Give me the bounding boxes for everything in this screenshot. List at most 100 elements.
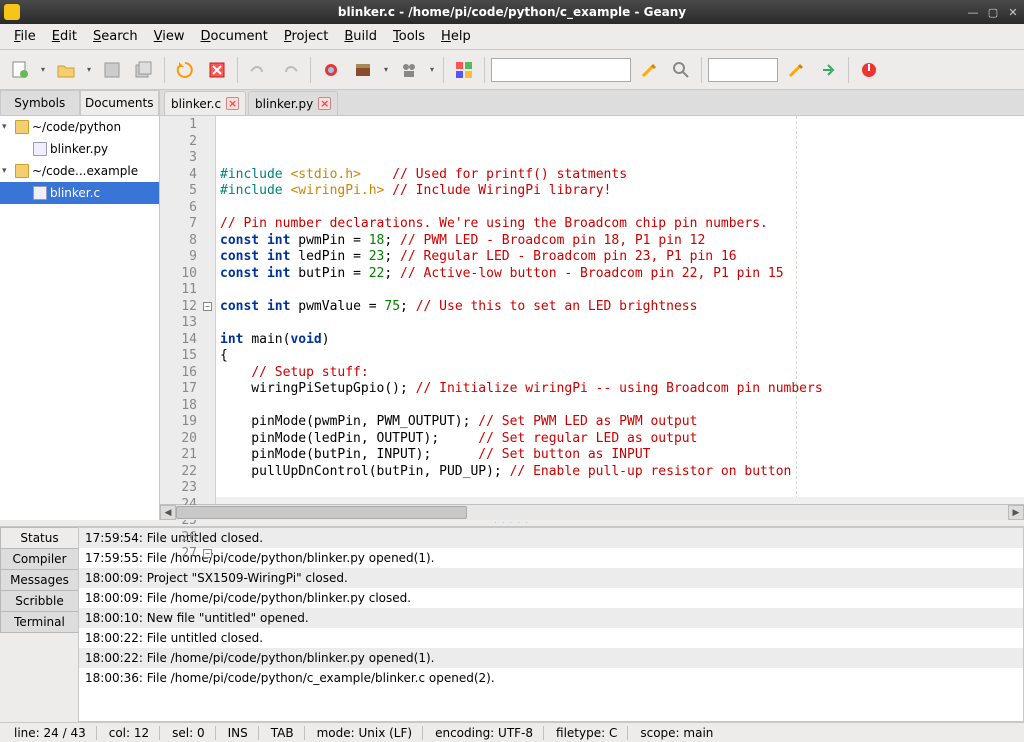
messages-list[interactable]: 17:59:54: File untitled closed.17:59:55:…	[78, 527, 1024, 722]
menu-document[interactable]: Document	[193, 27, 276, 46]
code-line[interactable]: const int ledPin = 23; // Regular LED - …	[220, 249, 1024, 266]
scroll-right-icon[interactable]: ▶	[1008, 505, 1024, 520]
msg-tab-compiler[interactable]: Compiler	[0, 548, 78, 570]
toolbar: ▾ ▾ ▾ ▾	[0, 50, 1024, 90]
file-icon	[33, 142, 47, 156]
reload-button[interactable]	[171, 56, 199, 84]
message-row[interactable]: 18:00:22: File /home/pi/code/python/blin…	[79, 648, 1023, 668]
close-file-button[interactable]	[203, 56, 231, 84]
minimize-button[interactable]: —	[966, 5, 980, 19]
fold-icon[interactable]: −	[203, 302, 212, 311]
status-col: col: 12	[99, 726, 160, 740]
folder-icon	[15, 120, 29, 134]
goto-line-field[interactable]	[708, 58, 778, 82]
tree-folder[interactable]: ▾~/code...example	[0, 160, 159, 182]
sidebar-tab-documents[interactable]: Documents	[80, 90, 160, 115]
search-field[interactable]	[491, 58, 631, 82]
tree-file[interactable]: blinker.c	[0, 182, 159, 204]
sidebar: Symbols Documents ▾~/code/pythonblinker.…	[0, 90, 160, 520]
message-row[interactable]: 17:59:54: File untitled closed.	[79, 528, 1023, 548]
maximize-button[interactable]: ▢	[986, 5, 1000, 19]
code-line[interactable]: const int pwmPin = 18; // PWM LED - Broa…	[220, 233, 1024, 250]
code-line[interactable]: const int butPin = 22; // Active-low but…	[220, 266, 1024, 283]
save-button[interactable]	[98, 56, 126, 84]
status-ftype: filetype: C	[546, 726, 628, 740]
goto-line-button[interactable]	[814, 56, 842, 84]
menu-tools[interactable]: Tools	[385, 27, 433, 46]
code-line[interactable]: pinMode(ledPin, OUTPUT); // Set regular …	[220, 431, 1024, 448]
code-line[interactable]	[220, 480, 1024, 497]
status-mode: mode: Unix (LF)	[307, 726, 423, 740]
file-tab-label: blinker.c	[171, 97, 221, 111]
menu-view[interactable]: View	[146, 27, 193, 46]
msg-tab-terminal[interactable]: Terminal	[0, 611, 78, 633]
code-line[interactable]: // Pin number declarations. We're using …	[220, 216, 1024, 233]
save-all-button[interactable]	[130, 56, 158, 84]
open-file-button[interactable]	[52, 56, 80, 84]
goto-clear-icon[interactable]	[782, 56, 810, 84]
code-line[interactable]: #include <stdio.h> // Used for printf() …	[220, 167, 1024, 184]
code-editor[interactable]: 123456789101112−131415161718192021222324…	[160, 116, 1024, 504]
code-line[interactable]: // Setup stuff:	[220, 365, 1024, 382]
message-row[interactable]: 18:00:09: File /home/pi/code/python/blin…	[79, 588, 1023, 608]
code-line[interactable]: wiringPiSetupGpio(); // Initialize wirin…	[220, 381, 1024, 398]
tree-folder[interactable]: ▾~/code/python	[0, 116, 159, 138]
file-tab[interactable]: blinker.c ×	[164, 91, 246, 115]
file-icon	[33, 186, 47, 200]
menu-build[interactable]: Build	[336, 27, 385, 46]
msg-tab-status[interactable]: Status	[0, 527, 78, 549]
scrollbar-thumb[interactable]	[176, 506, 467, 519]
build-dropdown[interactable]: ▾	[381, 65, 391, 74]
code-line[interactable]: pullUpDnControl(butPin, PUD_UP); // Enab…	[220, 464, 1024, 481]
message-row[interactable]: 18:00:22: File untitled closed.	[79, 628, 1023, 648]
tree-label: ~/code...example	[32, 164, 138, 178]
code-content[interactable]: #include <stdio.h> // Used for printf() …	[216, 116, 1024, 504]
sidebar-tab-symbols[interactable]: Symbols	[0, 90, 80, 115]
new-file-dropdown[interactable]: ▾	[38, 65, 48, 74]
code-line[interactable]	[220, 315, 1024, 332]
menu-help[interactable]: Help	[433, 27, 479, 46]
messages-panel: Status Compiler Messages Scribble Termin…	[0, 526, 1024, 722]
file-tabs: blinker.c×blinker.py×	[160, 90, 1024, 116]
fold-icon[interactable]: −	[203, 549, 212, 558]
msg-tab-messages[interactable]: Messages	[0, 569, 78, 591]
code-line[interactable]: #include <wiringPi.h> // Include WiringP…	[220, 183, 1024, 200]
code-line[interactable]	[220, 200, 1024, 217]
code-line[interactable]	[220, 282, 1024, 299]
menu-search[interactable]: Search	[85, 27, 146, 46]
redo-button[interactable]	[276, 56, 304, 84]
open-file-dropdown[interactable]: ▾	[84, 65, 94, 74]
message-row[interactable]: 18:00:10: New file "untitled" opened.	[79, 608, 1023, 628]
compile-button[interactable]	[317, 56, 345, 84]
horizontal-scrollbar[interactable]: ◀ ▶	[160, 504, 1024, 520]
quit-button[interactable]	[855, 56, 883, 84]
code-line[interactable]	[220, 398, 1024, 415]
search-clear-icon[interactable]	[635, 56, 663, 84]
status-tab: TAB	[261, 726, 305, 740]
run-button[interactable]	[395, 56, 423, 84]
file-tab[interactable]: blinker.py×	[248, 91, 338, 115]
undo-button[interactable]	[244, 56, 272, 84]
code-line[interactable]: {	[220, 348, 1024, 365]
run-dropdown[interactable]: ▾	[427, 65, 437, 74]
code-line[interactable]: pinMode(pwmPin, PWM_OUTPUT); // Set PWM …	[220, 414, 1024, 431]
message-row[interactable]: 18:00:36: File /home/pi/code/python/c_ex…	[79, 668, 1023, 688]
close-icon[interactable]: ×	[318, 97, 331, 110]
color-chooser-button[interactable]	[450, 56, 478, 84]
code-line[interactable]: pinMode(butPin, INPUT); // Set button as…	[220, 447, 1024, 464]
menu-project[interactable]: Project	[276, 27, 337, 46]
close-button[interactable]: ✕	[1006, 5, 1020, 19]
message-row[interactable]: 17:59:55: File /home/pi/code/python/blin…	[79, 548, 1023, 568]
tree-file[interactable]: blinker.py	[0, 138, 159, 160]
msg-tab-scribble[interactable]: Scribble	[0, 590, 78, 612]
search-button[interactable]	[667, 56, 695, 84]
build-button[interactable]	[349, 56, 377, 84]
menu-file[interactable]: File	[6, 27, 44, 46]
document-tree[interactable]: ▾~/code/pythonblinker.py▾~/code...exampl…	[0, 116, 159, 520]
code-line[interactable]: const int pwmValue = 75; // Use this to …	[220, 299, 1024, 316]
close-icon[interactable]: ×	[226, 97, 239, 110]
new-file-button[interactable]	[6, 56, 34, 84]
code-line[interactable]: int main(void)	[220, 332, 1024, 349]
menu-edit[interactable]: Edit	[44, 27, 85, 46]
message-row[interactable]: 18:00:09: Project "SX1509-WiringPi" clos…	[79, 568, 1023, 588]
